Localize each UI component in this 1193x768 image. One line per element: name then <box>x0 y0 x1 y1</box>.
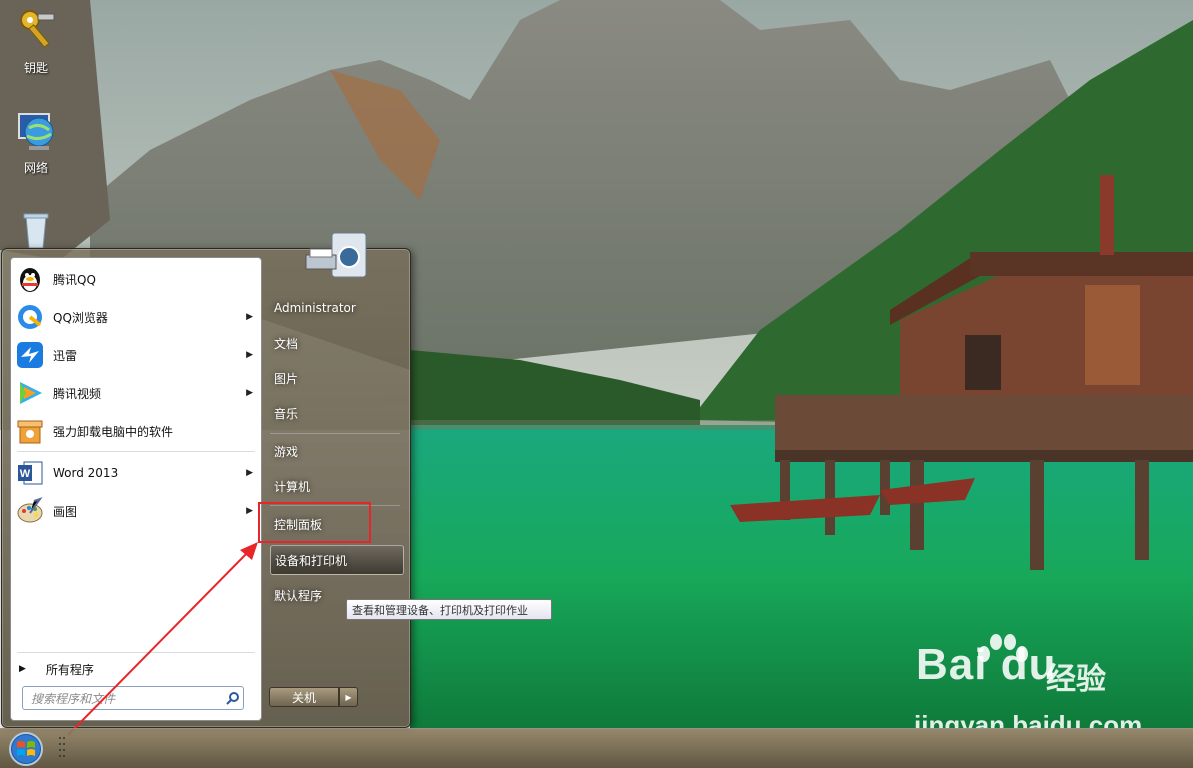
tooltip-text: 查看和管理设备、打印机及打印作业 <box>352 603 528 617</box>
windows-orb-icon[interactable] <box>6 731 46 767</box>
taskbar <box>0 728 1193 768</box>
watermark-brand: Bai du <box>916 640 1057 689</box>
watermark-sub: 经验 <box>1046 662 1106 697</box>
taskbar-grip-icon[interactable] <box>58 734 66 764</box>
tooltip: 查看和管理设备、打印机及打印作业 <box>346 599 552 620</box>
